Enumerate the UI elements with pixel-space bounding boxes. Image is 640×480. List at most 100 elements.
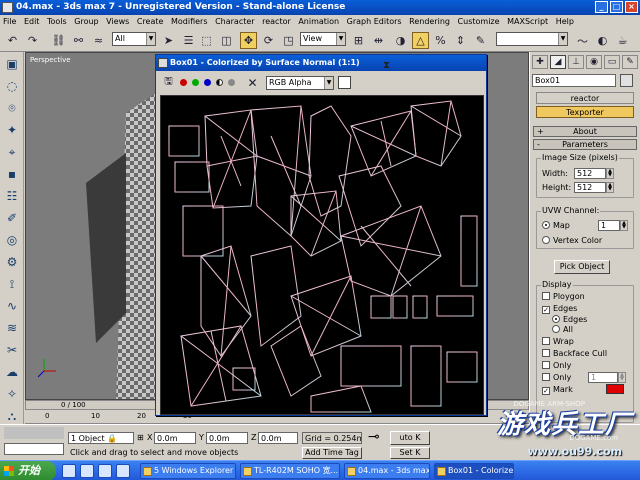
auto-key-button[interactable]: uto K (390, 431, 430, 445)
y-coordinate-field[interactable]: 0.0m (206, 432, 248, 444)
spacewarp-tool-icon[interactable]: ▪ (1, 164, 23, 184)
vertex-color-radio[interactable]: Vertex Color (542, 236, 602, 246)
quicklaunch-media-icon[interactable] (98, 464, 112, 478)
height-spinner[interactable]: 512 ▲ ▼ (574, 182, 614, 193)
window-crossing-icon[interactable]: ◫ (218, 32, 235, 49)
object-color-swatch[interactable] (620, 74, 633, 87)
fluid-tool-icon[interactable]: ✧ (1, 384, 23, 404)
menu-rendering[interactable]: Rendering (409, 17, 450, 26)
maxscript-listener[interactable] (4, 443, 64, 455)
modifier-group-label[interactable]: reactor (536, 92, 634, 104)
percent-snap-icon[interactable]: % (432, 32, 449, 49)
mark-color-swatch[interactable] (606, 384, 624, 394)
menu-graph-editors[interactable]: Graph Editors (347, 17, 402, 26)
green-channel-icon[interactable] (192, 79, 199, 86)
hierarchy-tool-icon[interactable]: ⟟ (1, 274, 23, 294)
quicklaunch-desktop-icon[interactable] (80, 464, 94, 478)
wrap-checkbox[interactable]: Wrap (542, 337, 574, 347)
menu-file[interactable]: File (3, 17, 16, 26)
all-radio[interactable]: All (552, 325, 573, 335)
close-button[interactable]: × (625, 1, 638, 13)
material-editor-icon[interactable]: ◐ (594, 32, 611, 49)
pick-object-button[interactable]: Pick Object (554, 260, 610, 274)
maximize-button[interactable]: □ (610, 1, 623, 13)
utilities-tool-icon[interactable]: ✂ (1, 340, 23, 360)
light-tool-icon[interactable]: ✦ (1, 120, 23, 140)
menu-views[interactable]: Views (106, 17, 129, 26)
cloth-tool-icon[interactable]: ☁ (1, 362, 23, 382)
map-radio[interactable]: Map (542, 221, 570, 231)
pivot-icon[interactable]: ⊞ (350, 32, 367, 49)
undo-icon[interactable]: ↶ (4, 32, 21, 49)
object-name-field[interactable]: Box01 (532, 74, 616, 87)
spinner-snap-icon[interactable]: ⇕ (452, 32, 469, 49)
width-spinner[interactable]: 512 ▲ ▼ (574, 168, 614, 179)
menu-character[interactable]: Character (215, 17, 255, 26)
hierarchy-tab-icon[interactable]: ⊥ (568, 55, 584, 69)
select-move-icon[interactable]: ✥ (240, 32, 257, 49)
mirror-icon[interactable]: ⇹ (370, 32, 387, 49)
only-checkbox-1[interactable]: Only (542, 361, 571, 371)
save-icon[interactable]: 🖫 (160, 74, 177, 91)
unlink-icon[interactable]: ⚯ (70, 32, 87, 49)
background-swatch[interactable] (338, 76, 351, 89)
alpha-channel-icon[interactable] (216, 79, 223, 86)
modify-tab-icon[interactable]: ◢ (550, 55, 566, 69)
quicklaunch-folder-icon[interactable] (116, 464, 130, 478)
selection-filter-dropdown[interactable]: All ▼ (112, 32, 156, 46)
add-time-tag-button[interactable]: Add Time Tag (302, 447, 362, 459)
menu-animation[interactable]: Animation (298, 17, 339, 26)
helper-tool-icon[interactable]: ⌖ (1, 142, 23, 162)
modifier-tool-icon[interactable]: ⚙ (1, 252, 23, 272)
rect-region-icon[interactable]: ⬚ (198, 32, 215, 49)
menu-modifiers[interactable]: Modifiers (171, 17, 208, 26)
edges-radio[interactable]: Edges (552, 315, 587, 325)
menu-tools[interactable]: Tools (47, 17, 67, 26)
polygon-checkbox[interactable]: Ploygon (542, 292, 585, 302)
z-coordinate-field[interactable]: 0.0m (258, 432, 298, 444)
render-icon[interactable]: ☕ (614, 32, 631, 49)
channel-dropdown[interactable]: RGB Alpha ▼ (266, 76, 334, 90)
display-tool-icon[interactable]: ≋ (1, 318, 23, 338)
select-object-icon[interactable]: ➤ (160, 32, 177, 49)
curve-editor-icon[interactable]: 〜 (574, 32, 591, 49)
absolute-mode-icon[interactable]: ⊞ (137, 433, 144, 442)
motion-tool-icon[interactable]: ∿ (1, 296, 23, 316)
systems-tool-icon[interactable]: ☷ (1, 186, 23, 206)
menu-help[interactable]: Help (556, 17, 574, 26)
blue-channel-icon[interactable] (204, 79, 211, 86)
menu-edit[interactable]: Edit (24, 17, 40, 26)
angle-snap-icon[interactable]: △ (412, 32, 429, 49)
menu-create[interactable]: Create (137, 17, 164, 26)
select-rotate-icon[interactable]: ⟳ (260, 32, 277, 49)
snap-icon[interactable]: ◑ (392, 32, 409, 49)
rope-tool-icon[interactable]: ⛬ (1, 406, 23, 426)
camera-tool-icon[interactable]: ⌾ (1, 98, 23, 118)
dynamics-tool-icon[interactable]: ◎ (1, 230, 23, 250)
shapes-tool-icon[interactable]: ◌ (1, 76, 23, 96)
create-tool-icon[interactable]: ▣ (1, 54, 23, 74)
menu-customize[interactable]: Customize (458, 17, 500, 26)
only-checkbox-2[interactable]: Only (542, 373, 571, 383)
task-router[interactable]: TL-R402M SOHO 宽... (240, 463, 340, 479)
menu-reactor[interactable]: reactor (262, 17, 291, 26)
key-icon[interactable]: ⊸ (368, 429, 380, 445)
create-tab-icon[interactable]: ✚ (532, 55, 548, 69)
start-button[interactable]: 开始 (0, 461, 56, 480)
red-channel-icon[interactable] (180, 79, 187, 86)
only-spinner[interactable]: 1 ▲ ▼ (588, 372, 626, 383)
modifier-name-button[interactable]: Texporter (536, 106, 634, 118)
edit-named-selection-icon[interactable]: ✎ (472, 32, 489, 49)
listener-box[interactable] (4, 427, 64, 439)
menu-group[interactable]: Group (74, 17, 98, 26)
menu-maxscript[interactable]: MAXScript (507, 17, 548, 26)
select-by-name-icon[interactable]: ☰ (180, 32, 197, 49)
display-tab-icon[interactable]: ▭ (604, 55, 620, 69)
bind-spacewarp-icon[interactable]: ≈ (90, 32, 107, 49)
named-selection-dropdown[interactable]: ▼ (496, 32, 568, 46)
paint-tool-icon[interactable]: ✐ (1, 208, 23, 228)
task-box01[interactable]: Box01 - Colorized... (434, 463, 514, 479)
mark-checkbox[interactable]: ✓ Mark (542, 385, 573, 395)
select-scale-icon[interactable]: ◳ (280, 32, 297, 49)
select-link-icon[interactable]: ⛓ (50, 32, 67, 49)
